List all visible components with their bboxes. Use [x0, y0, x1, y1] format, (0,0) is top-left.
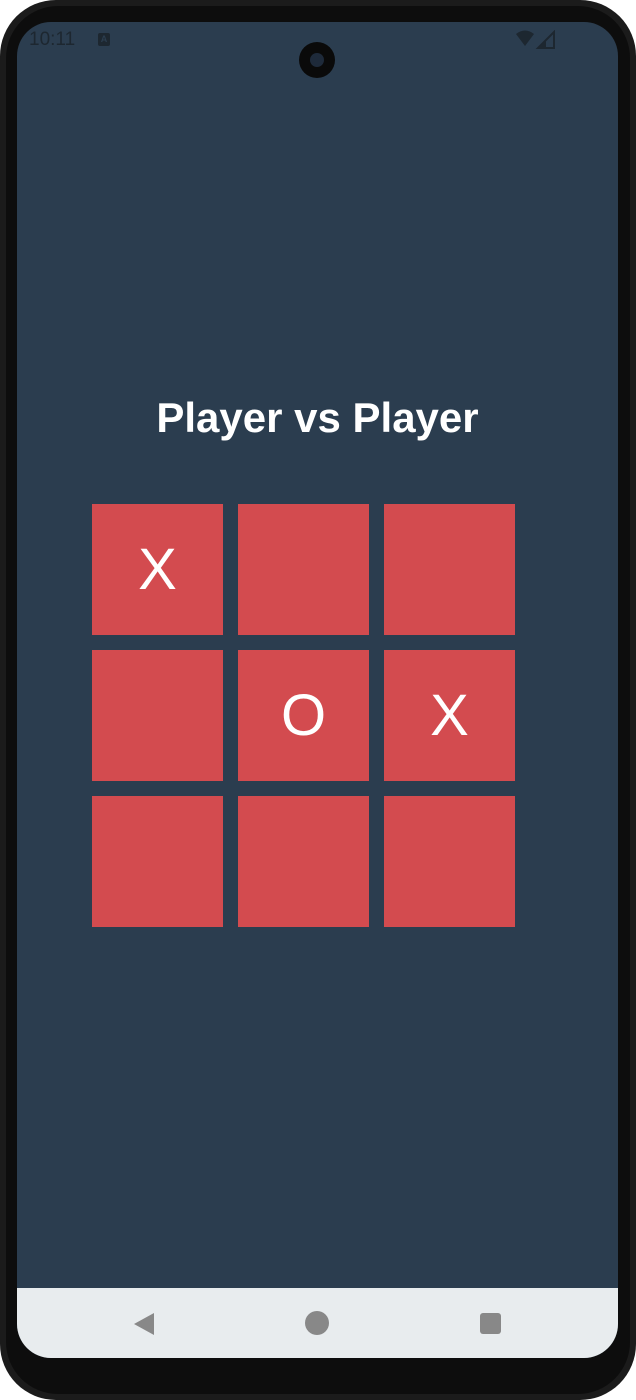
home-circle-icon[interactable]: [305, 1311, 329, 1335]
status-time: 10:11: [29, 29, 76, 50]
cell-2-1[interactable]: [238, 796, 369, 927]
cell-1-1[interactable]: O: [238, 650, 369, 781]
wifi-icon: [516, 30, 534, 46]
app-screen: 10:11 A Player vs Player X O X: [17, 22, 618, 1358]
cell-0-1[interactable]: [238, 504, 369, 635]
cell-2-0[interactable]: [92, 796, 223, 927]
page-title: Player vs Player: [156, 394, 479, 441]
recents-square-icon[interactable]: [480, 1313, 501, 1334]
a-notification-icon: A: [98, 33, 110, 46]
status-icons: [516, 30, 555, 49]
cell-1-0[interactable]: [92, 650, 223, 781]
camera-lens: [310, 53, 324, 67]
cell-1-2[interactable]: X: [384, 650, 515, 781]
game-board: X O X: [92, 504, 515, 927]
cell-2-2[interactable]: [384, 796, 515, 927]
phone-frame: 10:11 A Player vs Player X O X: [0, 0, 636, 1400]
cell-0-0[interactable]: X: [92, 504, 223, 635]
navigation-bar: [17, 1288, 618, 1358]
back-triangle-icon[interactable]: [132, 1312, 156, 1336]
front-camera: [299, 42, 335, 78]
cell-0-2[interactable]: [384, 504, 515, 635]
